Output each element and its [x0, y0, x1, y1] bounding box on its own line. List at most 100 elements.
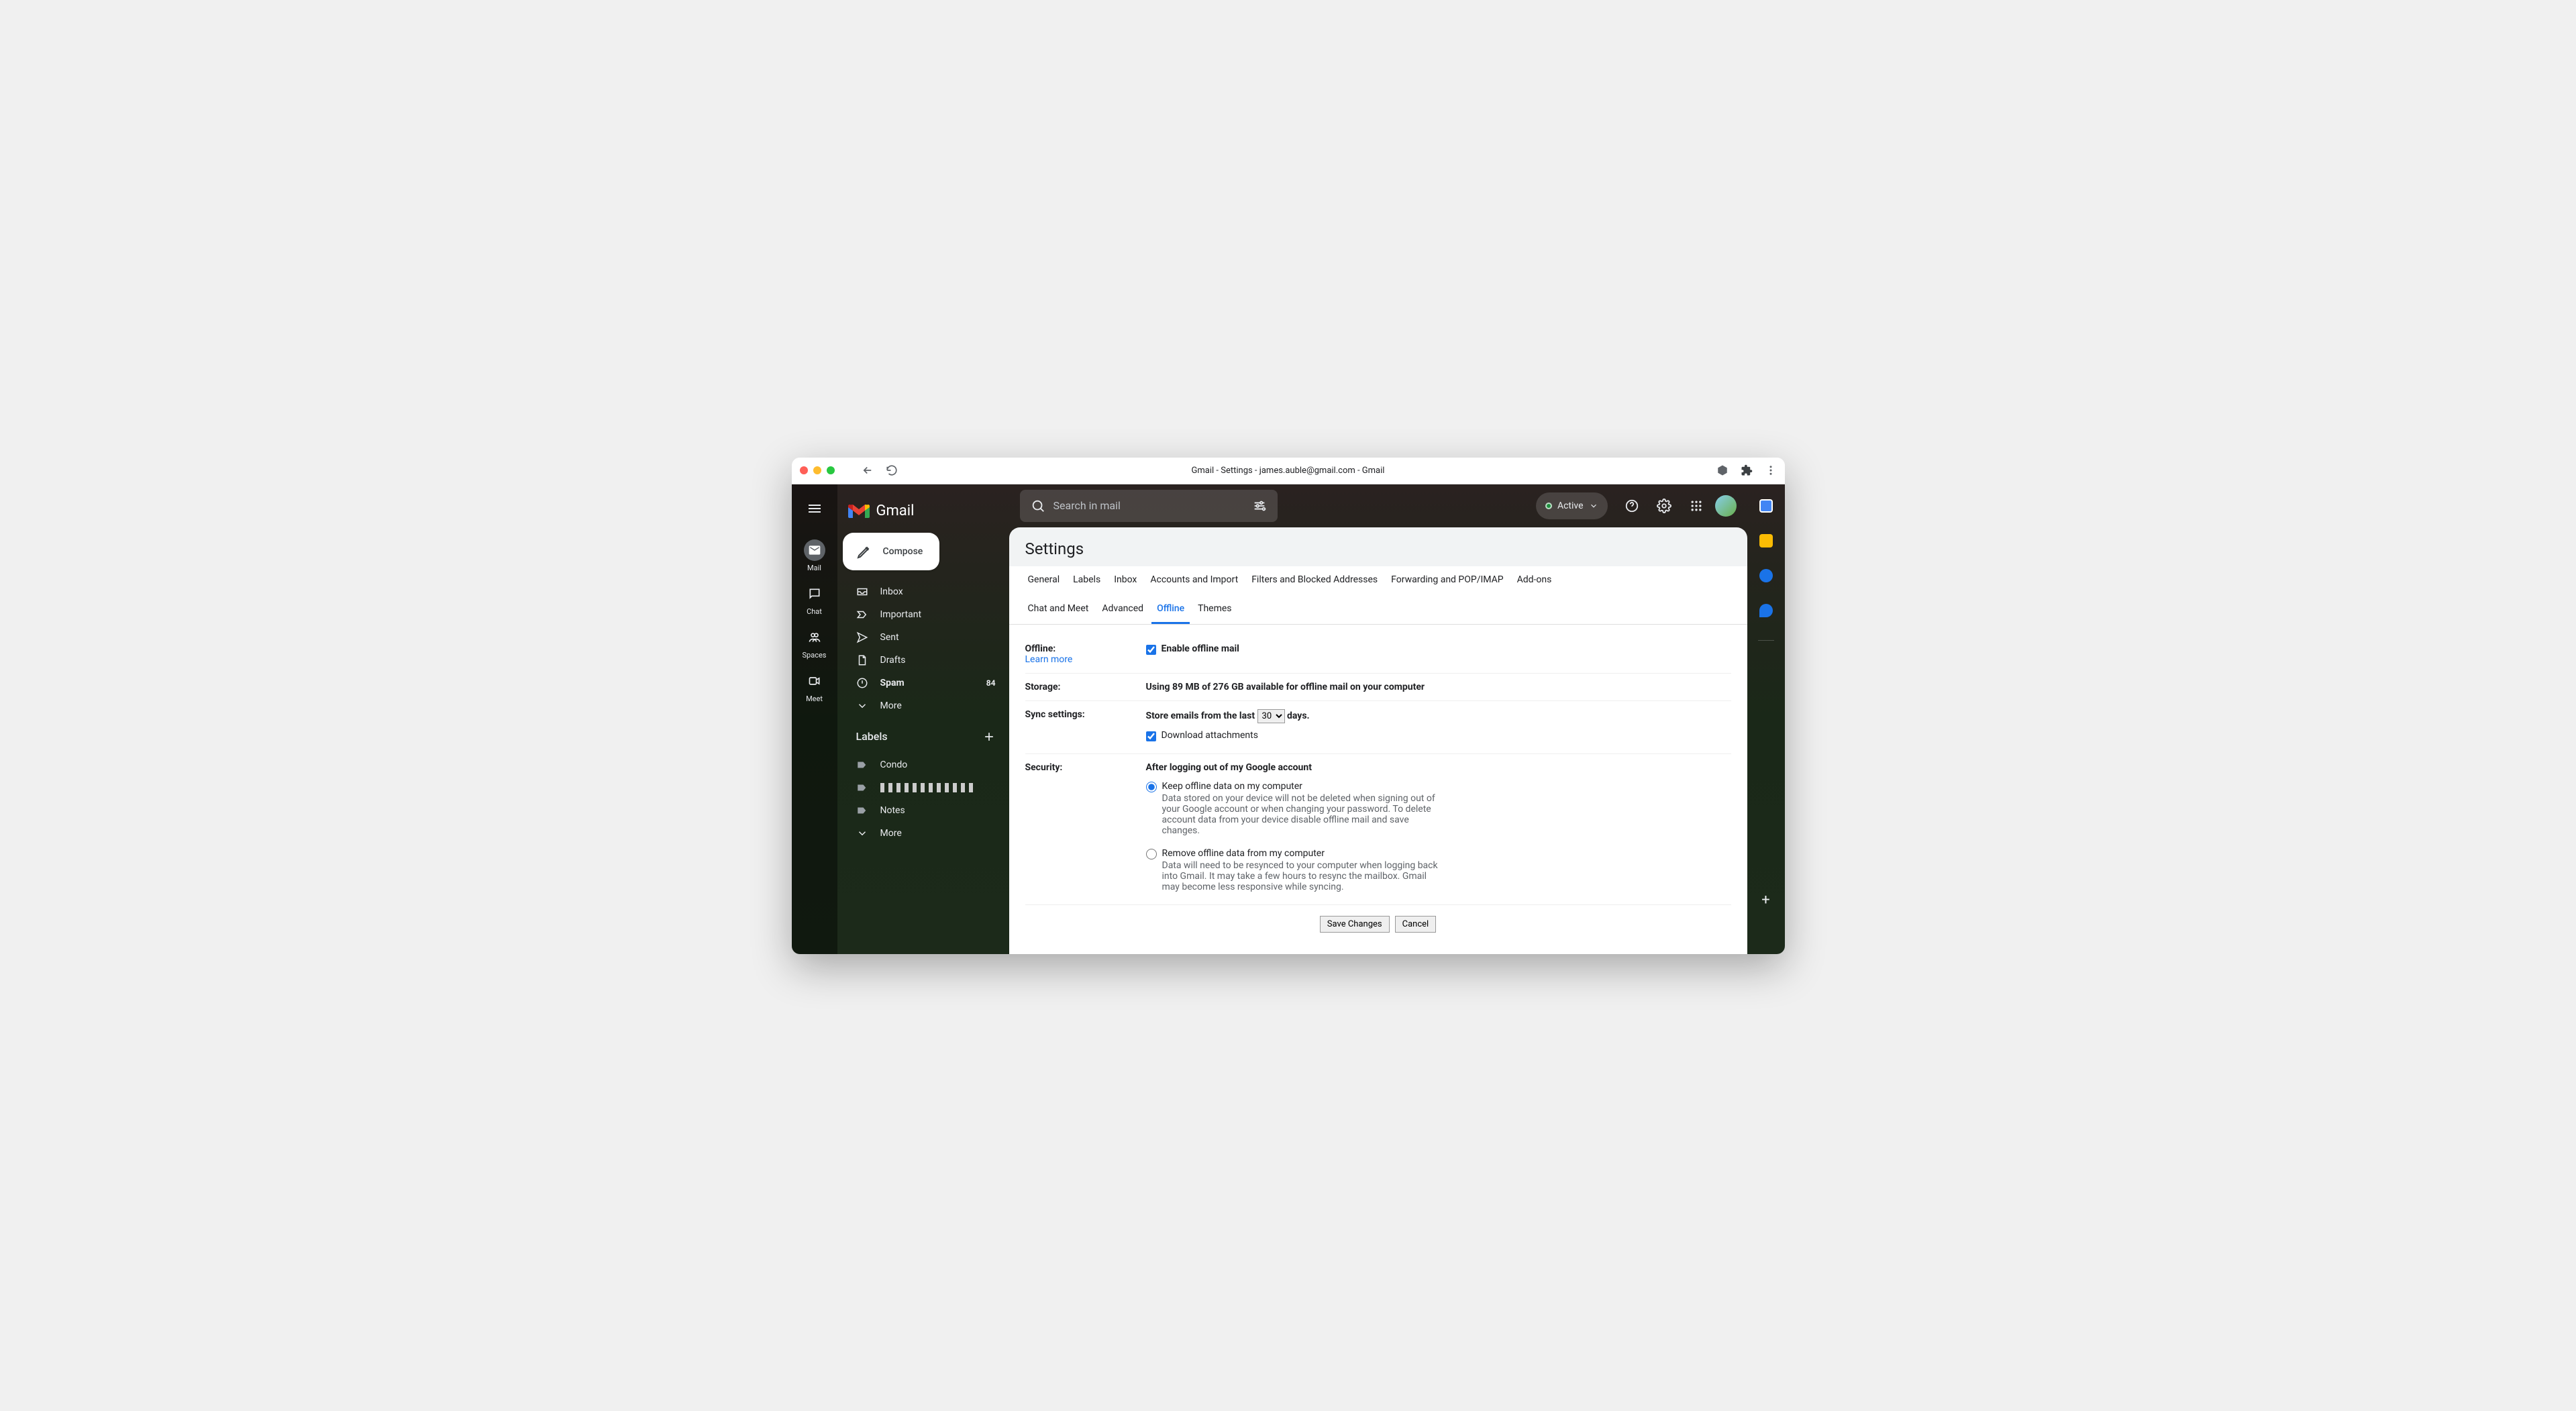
tab-filters[interactable]: Filters and Blocked Addresses: [1246, 566, 1383, 595]
search-box[interactable]: [1020, 490, 1278, 522]
extensions-puzzle-icon[interactable]: [1741, 464, 1753, 476]
account-avatar[interactable]: [1715, 495, 1737, 517]
labels-more[interactable]: More: [843, 823, 1004, 844]
label-redacted[interactable]: [843, 777, 1004, 798]
search-input[interactable]: [1053, 499, 1245, 512]
security-heading: After logging out of my Google account: [1146, 762, 1731, 773]
minimize-window[interactable]: [813, 466, 821, 474]
sidebar-item-more[interactable]: More: [843, 695, 1004, 717]
sidebar-item-label: Sent: [880, 632, 899, 643]
enable-offline-label: Enable offline mail: [1162, 643, 1239, 654]
download-attachments-checkbox[interactable]: [1146, 731, 1156, 741]
tab-addons[interactable]: Add-ons: [1512, 566, 1557, 595]
learn-more-link[interactable]: Learn more: [1025, 654, 1146, 665]
keep-data-radio[interactable]: [1146, 782, 1157, 792]
download-attachments-row[interactable]: Download attachments: [1146, 730, 1731, 741]
sent-icon: [856, 631, 868, 643]
sidebar-item-drafts[interactable]: Drafts: [843, 649, 1004, 671]
status-chip[interactable]: Active: [1536, 492, 1608, 519]
label-icon: [856, 804, 868, 817]
sidebar-item-label: Drafts: [880, 655, 906, 666]
security-label: Security:: [1025, 762, 1063, 773]
contacts-app[interactable]: [1753, 597, 1780, 624]
apps-button[interactable]: [1683, 492, 1710, 519]
sidebar-item-sent[interactable]: Sent: [843, 627, 1004, 648]
save-button[interactable]: Save Changes: [1320, 916, 1390, 933]
label-text-redacted: [880, 783, 974, 792]
tab-accounts[interactable]: Accounts and Import: [1145, 566, 1243, 595]
tab-advanced[interactable]: Advanced: [1096, 595, 1149, 624]
settings-tabs: General Labels Inbox Accounts and Import…: [1009, 566, 1747, 625]
chat-icon: [808, 587, 821, 600]
chevron-down-icon: [856, 827, 868, 839]
rail-spaces-label: Spaces: [803, 651, 827, 660]
compose-button[interactable]: Compose: [843, 533, 939, 570]
keep-icon: [1759, 534, 1773, 547]
remove-data-radio[interactable]: [1146, 849, 1157, 859]
meet-icon: [808, 674, 821, 688]
tune-icon[interactable]: [1252, 499, 1267, 513]
sidebar: Gmail Compose Inbox Important Sent: [837, 484, 1009, 954]
maximize-window[interactable]: [827, 466, 835, 474]
sync-suffix: days.: [1287, 711, 1310, 721]
rail-spaces[interactable]: Spaces: [796, 623, 833, 664]
browser-menu-icon[interactable]: [1765, 464, 1777, 476]
rail-mail[interactable]: Mail: [796, 535, 833, 576]
download-attachments-label: Download attachments: [1162, 730, 1258, 741]
extension-icon[interactable]: [1716, 464, 1729, 476]
rail-chat[interactable]: Chat: [796, 579, 833, 620]
label-text: Notes: [880, 805, 905, 816]
sidebar-item-label: Spam: [880, 678, 905, 688]
reload-button[interactable]: [886, 464, 898, 476]
sidebar-item-label: Inbox: [880, 586, 903, 597]
tasks-icon: [1759, 569, 1773, 582]
labels-heading: Labels: [856, 730, 888, 743]
main-menu-button[interactable]: [798, 492, 831, 525]
cancel-button[interactable]: Cancel: [1395, 916, 1437, 933]
add-addon-button[interactable]: +: [1753, 887, 1780, 914]
tab-forwarding[interactable]: Forwarding and POP/IMAP: [1386, 566, 1508, 595]
tab-offline[interactable]: Offline: [1151, 595, 1190, 624]
tab-labels[interactable]: Labels: [1068, 566, 1106, 595]
sync-label: Sync settings:: [1025, 709, 1085, 720]
close-window[interactable]: [800, 466, 808, 474]
gmail-logo[interactable]: Gmail: [848, 503, 915, 519]
label-text: Condo: [880, 760, 908, 770]
calendar-app[interactable]: [1753, 492, 1780, 519]
compose-label: Compose: [883, 546, 923, 557]
settings-heading: Settings: [1009, 527, 1747, 566]
traffic-lights: [800, 466, 835, 474]
remove-data-row[interactable]: Remove offline data from my computer Dat…: [1146, 848, 1731, 892]
tab-inbox[interactable]: Inbox: [1109, 566, 1142, 595]
storage-value: Using 89 MB of 276 GB available for offl…: [1146, 682, 1731, 692]
spam-count: 84: [986, 678, 996, 688]
settings-button[interactable]: [1651, 492, 1678, 519]
tab-general[interactable]: General: [1023, 566, 1066, 595]
label-condo[interactable]: Condo: [843, 754, 1004, 776]
titlebar: Gmail - Settings - james.auble@gmail.com…: [792, 458, 1785, 484]
label-notes[interactable]: Notes: [843, 800, 1004, 821]
rail-chat-label: Chat: [807, 607, 822, 616]
spam-icon: [856, 677, 868, 689]
tab-chat[interactable]: Chat and Meet: [1023, 595, 1094, 624]
help-button[interactable]: [1618, 492, 1645, 519]
status-label: Active: [1557, 501, 1584, 511]
sidebar-item-label: More: [880, 700, 902, 711]
tasks-app[interactable]: [1753, 562, 1780, 589]
sidebar-item-spam[interactable]: Spam 84: [843, 672, 1004, 694]
sidebar-item-label: Important: [880, 609, 922, 620]
add-label-button[interactable]: [982, 730, 996, 743]
sync-days-select[interactable]: 30: [1257, 709, 1285, 723]
enable-offline-checkbox[interactable]: [1146, 645, 1156, 655]
keep-data-row[interactable]: Keep offline data on my computer Data st…: [1146, 781, 1731, 836]
remove-data-title: Remove offline data from my computer: [1162, 848, 1444, 859]
settings-panel: Settings General Labels Inbox Accounts a…: [1009, 527, 1747, 954]
sidebar-item-important[interactable]: Important: [843, 604, 1004, 625]
sidebar-item-inbox[interactable]: Inbox: [843, 581, 1004, 603]
back-button[interactable]: [862, 464, 874, 476]
rail-meet[interactable]: Meet: [796, 666, 833, 707]
chevron-down-icon: [856, 700, 868, 712]
tab-themes[interactable]: Themes: [1192, 595, 1237, 624]
keep-app[interactable]: [1753, 527, 1780, 554]
enable-offline-row[interactable]: Enable offline mail: [1146, 643, 1731, 655]
